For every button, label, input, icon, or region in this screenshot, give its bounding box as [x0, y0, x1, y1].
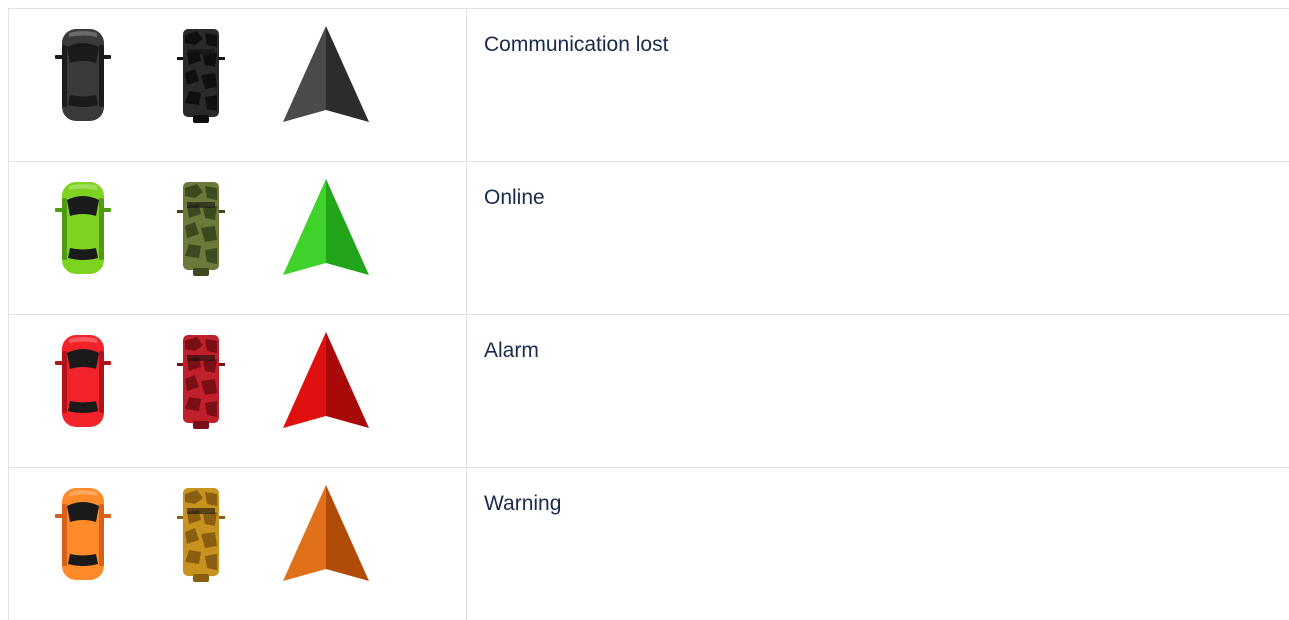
direction-arrow-icon [283, 332, 369, 430]
icons-wrap [9, 9, 466, 161]
car-icon [53, 331, 113, 431]
icons-wrap [9, 162, 466, 314]
car-icon [53, 25, 113, 125]
legend-row-1: Online [9, 162, 1289, 315]
direction-arrow-icon [283, 26, 369, 124]
car-icon [53, 484, 113, 584]
icons-cell [9, 468, 467, 620]
icons-wrap [9, 468, 466, 620]
status-cell: Warning [467, 468, 1289, 620]
legend-body: Communication lost [9, 9, 1289, 620]
status-cell: Alarm [467, 315, 1289, 468]
status-cell: Online [467, 162, 1289, 315]
status-cell: Communication lost [467, 9, 1289, 162]
status-label: Warning [484, 490, 1289, 518]
status-label: Online [484, 184, 1289, 212]
vehicle-status-legend-table: Communication lost [8, 8, 1289, 620]
status-label: Communication lost [484, 31, 1289, 59]
legend-row-3: Warning [9, 468, 1289, 620]
icons-cell [9, 9, 467, 162]
legend-row-2: Alarm [9, 315, 1289, 468]
truck-icon [177, 331, 225, 431]
icons-cell [9, 162, 467, 315]
truck-icon [177, 484, 225, 584]
icons-cell [9, 315, 467, 468]
icons-wrap [9, 315, 466, 467]
legend-row-0: Communication lost [9, 9, 1289, 162]
truck-icon [177, 25, 225, 125]
truck-icon [177, 178, 225, 278]
direction-arrow-icon [283, 485, 369, 583]
status-label: Alarm [484, 337, 1289, 365]
car-icon [53, 178, 113, 278]
direction-arrow-icon [283, 179, 369, 277]
